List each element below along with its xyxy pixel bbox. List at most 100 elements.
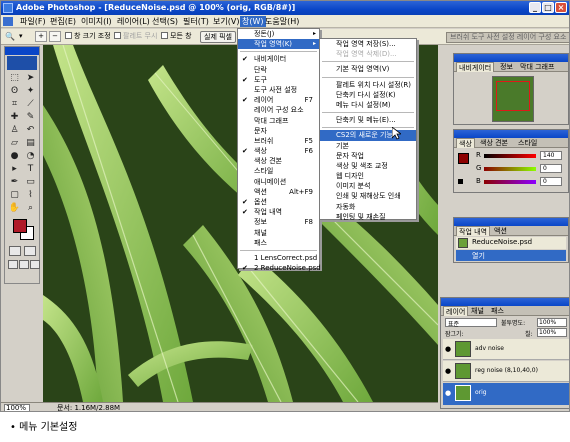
menu-item[interactable]: 액션 Alt+F9: [238, 187, 319, 197]
hand-tool-icon[interactable]: ✋: [7, 202, 22, 214]
menu-item[interactable]: 브러쉬 F5: [238, 136, 319, 146]
screen-mode-menu-icon[interactable]: [19, 260, 29, 269]
menu-window[interactable]: 창(W): [240, 16, 266, 27]
actual-pixels-button[interactable]: 실제 픽셀: [200, 31, 236, 43]
tab-histogram[interactable]: 막대 그래프: [518, 62, 556, 72]
menu-item[interactable]: ✔ 내비게이터: [238, 54, 319, 64]
zoom-tool-icon[interactable]: 🔍: [5, 31, 15, 43]
tab-color[interactable]: 색상: [456, 138, 475, 148]
foreground-color-swatch[interactable]: [13, 219, 27, 233]
adobe-online-logo[interactable]: [7, 56, 37, 70]
tab-layers[interactable]: 레이어: [443, 306, 469, 316]
view-box[interactable]: [496, 81, 530, 111]
magic-wand-icon[interactable]: ✦: [23, 85, 38, 97]
menu-item[interactable]: CS2의 새로운 기능: [320, 130, 416, 141]
healing-brush-icon[interactable]: ✚: [7, 111, 22, 123]
menu-item[interactable]: 패스: [238, 238, 319, 248]
menu-item[interactable]: 정보 F8: [238, 217, 319, 227]
eye-icon[interactable]: ●: [445, 345, 451, 353]
navigator-thumbnail[interactable]: [492, 76, 534, 122]
blur-tool-icon[interactable]: ●: [7, 150, 22, 162]
maximize-button[interactable]: □: [542, 2, 554, 13]
menu-item[interactable]: ✔ 옵션: [238, 197, 319, 207]
notes-tool-icon[interactable]: ▢: [7, 189, 22, 201]
tab-history[interactable]: 작업 내역: [456, 226, 490, 236]
palette-header[interactable]: [454, 54, 568, 62]
brush-tool-icon[interactable]: ✎: [23, 111, 38, 123]
tab-styles[interactable]: 스타일: [516, 138, 539, 148]
dodge-tool-icon[interactable]: ◔: [23, 150, 38, 162]
tab-swatches[interactable]: 색상 견본: [478, 138, 510, 148]
menu-item[interactable]: ✔ 색상 F6: [238, 146, 319, 156]
close-button[interactable]: ×: [555, 2, 567, 13]
gradient-tool-icon[interactable]: ▤: [23, 137, 38, 149]
minimize-button[interactable]: _: [529, 2, 541, 13]
zoom-out-button[interactable]: −: [49, 31, 61, 43]
menu-item[interactable]: 색상 및 색조 교정: [320, 161, 416, 171]
menu-item[interactable]: 팔레트 위치 다시 설정(R): [320, 80, 416, 90]
marquee-tool-icon[interactable]: ⬚: [7, 72, 22, 84]
menu-edit[interactable]: 편집(E): [48, 16, 78, 27]
layer-row[interactable]: ● adv noise: [443, 339, 569, 360]
ignore-palettes-checkbox[interactable]: 팔레트 무시: [114, 31, 157, 43]
palette-header[interactable]: [454, 130, 568, 138]
menu-item[interactable]: 메뉴 다시 설정(M): [320, 100, 416, 110]
menu-item[interactable]: 문자: [238, 126, 319, 136]
screen-mode-full-icon[interactable]: [30, 260, 40, 269]
palette-well[interactable]: 브러쉬 도구 사전 설정 레이어 구성 요소: [446, 32, 569, 43]
menu-item[interactable]: 인쇄 및 재해상도 인쇄: [320, 191, 416, 201]
menu-view[interactable]: 보기(V): [211, 16, 241, 27]
blend-mode-select[interactable]: 표준: [445, 318, 497, 328]
menu-item[interactable]: 웹 디자인: [320, 171, 416, 181]
menu-item[interactable]: ✔ 도구: [238, 75, 319, 85]
menu-item[interactable]: 1 LensCorrect.psd: [238, 253, 319, 263]
eye-icon[interactable]: ●: [445, 367, 451, 375]
all-windows-checkbox[interactable]: 모든 창: [161, 31, 192, 43]
history-step[interactable]: 열기: [456, 250, 566, 261]
menu-file[interactable]: 파일(F): [18, 16, 48, 27]
eraser-tool-icon[interactable]: ▱: [7, 137, 22, 149]
foreground-color-swatch[interactable]: [458, 153, 469, 164]
tools-palette-header[interactable]: [5, 47, 39, 55]
menu-item[interactable]: 채널: [238, 228, 319, 238]
quick-mask-icon[interactable]: [24, 246, 36, 256]
lasso-tool-icon[interactable]: ʘ: [7, 85, 22, 97]
menu-item[interactable]: ✔ 레이어 F7: [238, 95, 319, 105]
tab-navigator[interactable]: 내비게이터: [456, 62, 495, 72]
document-info[interactable]: 문서: 1.16M/2.88M: [57, 404, 120, 411]
tab-channels[interactable]: 채널: [469, 306, 486, 316]
menu-item[interactable]: 단축키 및 메뉴(E)...: [320, 115, 416, 125]
history-brush-icon[interactable]: ↶: [23, 124, 38, 136]
menu-item[interactable]: 작업 영역(K) ▸: [238, 39, 319, 50]
menu-item[interactable]: 문자 작업: [320, 151, 416, 161]
menu-item[interactable]: 애니메이션: [238, 177, 319, 187]
fill-field[interactable]: 100%: [537, 328, 567, 337]
green-value-field[interactable]: 0: [540, 164, 562, 173]
menu-item[interactable]: 막대 그래프: [238, 116, 319, 126]
palette-header[interactable]: [441, 298, 569, 306]
crop-tool-icon[interactable]: ⌗: [7, 98, 22, 110]
resize-windows-checkbox[interactable]: 창 크기 조정: [65, 31, 111, 43]
menu-item[interactable]: 도구 사전 설정: [238, 85, 319, 95]
menu-item[interactable]: 단락: [238, 65, 319, 75]
layer-row[interactable]: ● reg noise (8,10,40,0): [443, 361, 569, 382]
clone-stamp-icon[interactable]: ♙: [7, 124, 22, 136]
menu-item[interactable]: 정돈(J) ▸: [238, 29, 319, 39]
menu-item[interactable]: 단축키 다시 설정(K): [320, 90, 416, 100]
menu-item[interactable]: 작업 영역 삭제(D)...: [320, 49, 416, 59]
menu-item[interactable]: 색상 견본: [238, 156, 319, 166]
green-slider[interactable]: [484, 167, 536, 171]
screen-mode-standard-icon[interactable]: [8, 260, 18, 269]
zoom-tool-icon[interactable]: ⌕: [23, 202, 38, 214]
zoom-in-button[interactable]: +: [35, 31, 47, 43]
tab-paths[interactable]: 패스: [489, 306, 506, 316]
type-tool-icon[interactable]: T: [23, 163, 38, 175]
menu-filter[interactable]: 필터(T): [181, 16, 211, 27]
menu-layer[interactable]: 레이어(L): [115, 16, 152, 27]
menu-item[interactable]: 기본 작업 영역(V): [320, 64, 416, 74]
zoom-level-field[interactable]: 100%: [4, 404, 30, 411]
menu-select[interactable]: 선택(S): [150, 16, 180, 27]
blue-value-field[interactable]: 0: [540, 177, 562, 186]
menu-item[interactable]: 기본: [320, 141, 416, 151]
menu-item[interactable]: 자동화: [320, 202, 416, 212]
